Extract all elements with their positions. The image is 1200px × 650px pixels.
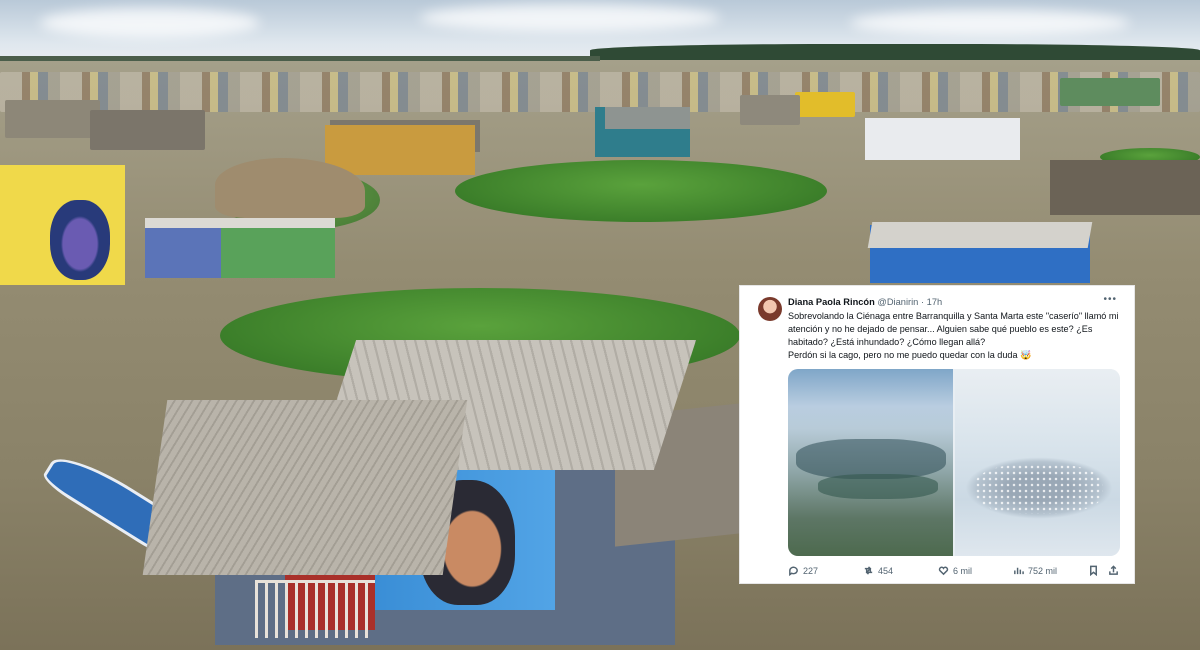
wetland-channels: [796, 439, 946, 479]
timestamp[interactable]: 17h: [927, 297, 943, 307]
teal-house-roof: [605, 107, 690, 129]
distant-shoreline: [0, 56, 600, 61]
cloud: [420, 4, 720, 32]
reply-count: 227: [803, 565, 819, 576]
corrugated-roof: [142, 400, 468, 575]
tweet-card[interactable]: Diana Paola Rincón @Dianirin · 17h ••• S…: [739, 285, 1135, 584]
views-chart-icon: [1014, 567, 1024, 575]
distant-houses: [0, 72, 1200, 112]
stilt-house: [5, 100, 100, 138]
handle[interactable]: @Dianirin: [877, 297, 918, 307]
stilt-house: [1060, 78, 1160, 106]
tweet-header: Diana Paola Rincón @Dianirin · 17h: [788, 297, 942, 307]
avatar[interactable]: [758, 297, 782, 321]
views-count: 752 mil: [1028, 565, 1058, 576]
tweet-text-line: Perdón si la cago, pero no me puedo qued…: [788, 350, 1032, 361]
bookmark-icon: [1090, 565, 1097, 576]
cloud: [40, 8, 260, 38]
tweet-media[interactable]: [788, 369, 1120, 556]
retweet-icon: [864, 566, 873, 575]
bookmark-button[interactable]: [1088, 565, 1099, 576]
like-count: 6 mil: [953, 565, 973, 576]
retweet-count: 454: [878, 565, 894, 576]
more-dots-icon[interactable]: •••: [1103, 294, 1117, 305]
blue-house-roof: [867, 222, 1093, 248]
reply-icon: [789, 566, 798, 576]
distant-treeline: [590, 44, 1200, 60]
retweet-button[interactable]: 454: [863, 565, 893, 576]
wetland-channels: [818, 474, 938, 499]
yellow-house: [325, 125, 475, 175]
reply-button[interactable]: 227: [788, 565, 818, 576]
separator: ·: [920, 297, 925, 307]
tweet-text-line: Sobrevolando la Ciénaga entre Barranquil…: [788, 311, 1119, 348]
heart-icon: [938, 566, 949, 576]
porch-railing: [255, 580, 375, 638]
tweet-text: Sobrevolando la Ciénaga entre Barranquil…: [788, 310, 1120, 362]
display-name[interactable]: Diana Paola Rincón: [788, 297, 875, 307]
painted-face-mural: [50, 200, 110, 280]
aerial-photo-village[interactable]: [955, 369, 1120, 556]
vegetation-island: [455, 160, 827, 222]
share-icon: [1109, 565, 1118, 575]
white-house: [865, 118, 1020, 160]
village-rooftops: [975, 464, 1103, 514]
mural-long-house: [145, 220, 335, 278]
gray-house: [1050, 160, 1200, 215]
share-button[interactable]: [1108, 565, 1119, 576]
like-button[interactable]: 6 mil: [938, 565, 972, 576]
long-house-roof: [145, 218, 335, 228]
views-button[interactable]: 752 mil: [1013, 565, 1057, 576]
stilt-house: [795, 92, 855, 117]
foreground-mural-house: [142, 340, 740, 650]
cloud: [850, 10, 1130, 36]
tweet-actions: 227 454 6 mil 752 mil: [788, 565, 1120, 579]
stilt-house: [740, 95, 800, 125]
aerial-photo-wetland[interactable]: [788, 369, 953, 556]
stilt-house: [90, 110, 205, 150]
